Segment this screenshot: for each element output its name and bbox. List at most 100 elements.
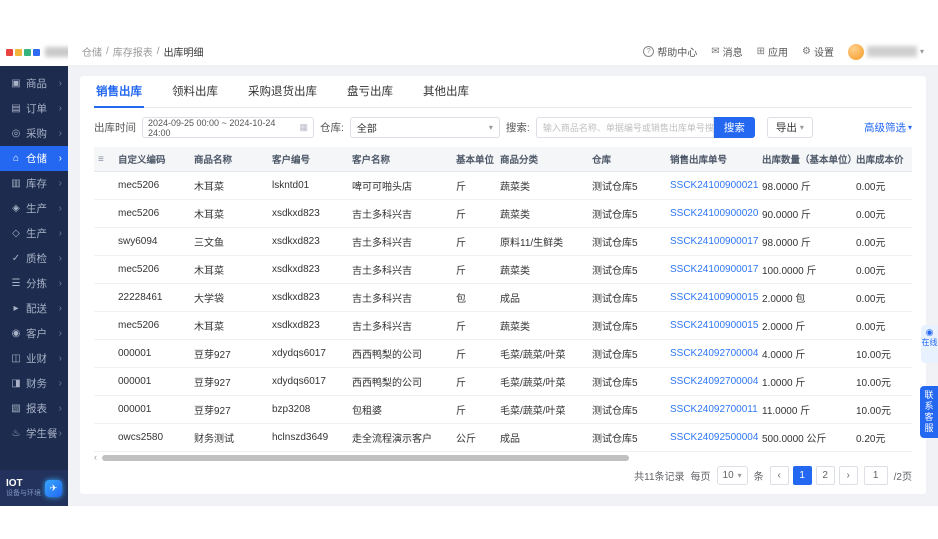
sidebar-item-production[interactable]: ◈ 生产 › bbox=[0, 196, 68, 221]
table-cell: swy6094 bbox=[114, 227, 190, 256]
tab-loss-outbound[interactable]: 盘亏出库 bbox=[345, 75, 395, 107]
table-cell: 斤 bbox=[452, 255, 496, 284]
iot-panel[interactable]: IOT 设备与环境 ✈ bbox=[0, 470, 68, 506]
sidebar-item-label: 库存 bbox=[26, 178, 47, 190]
outbound-order-link[interactable]: SSCK24092500004 bbox=[666, 423, 758, 452]
prev-page-button[interactable]: ‹ bbox=[769, 466, 789, 485]
sidebar-item-label: 客户 bbox=[26, 328, 47, 340]
table-cell: 公斤 bbox=[452, 423, 496, 452]
sidebar-item-inventory[interactable]: ▥ 库存 › bbox=[0, 171, 68, 196]
chevron-right-icon: › bbox=[58, 303, 62, 314]
table-cell: 测试仓库5 bbox=[588, 339, 666, 368]
sidebar-item-business-finance[interactable]: ◫ 业财 › bbox=[0, 346, 68, 371]
column-header: 自定义编码 bbox=[114, 147, 190, 172]
outbound-order-link[interactable]: SSCK24100900015 bbox=[666, 283, 758, 312]
table-row: 000001 豆芽927 xdydqs6017 西西鸭梨的公司斤毛菜/蔬菜/叶菜 测试仓… bbox=[94, 339, 912, 368]
column-header: 客户编号 bbox=[268, 147, 348, 172]
username-blurred bbox=[866, 46, 917, 57]
sidebar-item-label: 生产 bbox=[26, 203, 47, 215]
student-meal-icon: ♨ bbox=[11, 428, 21, 439]
sidebar-item-sorting[interactable]: ☰ 分拣 › bbox=[0, 271, 68, 296]
chevron-right-icon: › bbox=[58, 228, 62, 239]
outbound-order-link[interactable]: SSCK24092700004 bbox=[666, 367, 758, 396]
outbound-order-link[interactable]: SSCK24092700011 bbox=[666, 395, 758, 424]
breadcrumb-item-warehouse[interactable]: 仓储 bbox=[82, 44, 102, 59]
online-service-tab[interactable]: ◉ 在线 bbox=[921, 325, 938, 363]
tab-material-outbound[interactable]: 领料出库 bbox=[170, 75, 220, 107]
table-cell: xdydqs6017 bbox=[268, 339, 348, 368]
table-cell: mec5206 bbox=[114, 199, 190, 228]
sidebar-item-order[interactable]: ▤ 订单 › bbox=[0, 96, 68, 121]
table-cell: 测试仓库5 bbox=[588, 171, 666, 200]
apps-button[interactable]: ⊞ 应用 bbox=[757, 44, 788, 59]
sidebar-item-warehouse[interactable]: ⌂ 仓储 › bbox=[0, 146, 68, 171]
tab-sales-outbound[interactable]: 销售出库 bbox=[94, 75, 144, 108]
record-count: 共11条记录 bbox=[634, 472, 685, 483]
chevron-right-icon: › bbox=[58, 153, 62, 164]
production-icon: ◈ bbox=[12, 203, 20, 214]
sidebar-item-production-2[interactable]: ◇ 生产 › bbox=[0, 221, 68, 246]
table-row: 000001 豆芽927 bzp3208 包租婆斤毛菜/蔬菜/叶菜 测试仓库5 SSCK2… bbox=[94, 395, 912, 424]
scrollbar-track[interactable] bbox=[102, 454, 912, 461]
sidebar-item-purchase[interactable]: ◎ 采购 › bbox=[0, 121, 68, 146]
help-icon: ? bbox=[643, 46, 655, 57]
table-cell: 100.0000 斤 bbox=[758, 255, 852, 284]
sidebar-item-quality[interactable]: ✓ 质检 › bbox=[0, 246, 68, 271]
page-size-select[interactable]: 10 ▾ bbox=[716, 466, 748, 485]
column-settings-icon[interactable]: ≡ bbox=[94, 147, 114, 172]
horizontal-scrollbar[interactable]: ‹ bbox=[94, 453, 912, 462]
sidebar-item-delivery[interactable]: ▸ 配送 › bbox=[0, 296, 68, 321]
topbar: 仓储 / 库存报表 / 出库明细 ? 帮助中心 ✉ 消息 ⊞ 应用 ⚙ 设置 ▾ bbox=[68, 38, 938, 66]
table-cell: 测试仓库5 bbox=[588, 283, 666, 312]
table-cell: 财务测试 bbox=[190, 423, 268, 452]
sidebar-item-student-meal[interactable]: ♨ 学生餐 › bbox=[0, 421, 68, 446]
table-cell: 10.00元 bbox=[852, 395, 912, 424]
logo-square-yellow bbox=[15, 48, 22, 56]
search-button[interactable]: 搜索 bbox=[713, 117, 755, 138]
tab-purchase-return-outbound[interactable]: 采购退货出库 bbox=[246, 75, 319, 107]
table-header-row: ≡ 自定义编码 商品名称 客户编号 客户名称 基本单位 商品分类 仓库 销售出库单号 出库数量（基… bbox=[94, 147, 912, 172]
outbound-order-link[interactable]: SSCK24100900017 bbox=[666, 255, 758, 284]
search-input[interactable]: 输入商品名称、单据编号或销售出库单号搜索 bbox=[535, 117, 714, 138]
page-jump-input[interactable]: 1 bbox=[863, 466, 888, 485]
avatar bbox=[847, 43, 864, 60]
outbound-order-link[interactable]: SSCK24100900017 bbox=[666, 227, 758, 256]
messages-button[interactable]: ✉ 消息 bbox=[711, 44, 742, 59]
export-button[interactable]: 导出 ▾ bbox=[766, 117, 813, 138]
chevron-down-icon: ▾ bbox=[919, 47, 924, 56]
sidebar-item-report[interactable]: ▧ 报表 › bbox=[0, 396, 68, 421]
date-range-input[interactable]: 2024-09-25 00:00 ~ 2024-10-24 24:00 ▦ bbox=[142, 117, 314, 138]
table-cell: 蔬菜类 bbox=[496, 311, 588, 340]
business-finance-icon: ◫ bbox=[11, 353, 21, 364]
outbound-order-link[interactable]: SSCK24092700004 bbox=[666, 339, 758, 368]
breadcrumb-item-inventory-report[interactable]: 库存报表 bbox=[113, 44, 153, 59]
outbound-order-link[interactable]: SSCK24100900020 bbox=[666, 199, 758, 228]
contact-support-button[interactable]: 联系客服 bbox=[920, 386, 938, 438]
outbound-order-link[interactable]: SSCK24100900015 bbox=[666, 311, 758, 340]
table-cell: 98.0000 斤 bbox=[758, 227, 852, 256]
advanced-filter-link[interactable]: 高级筛选 ▾ bbox=[864, 120, 912, 135]
table-cell: 吉土多科兴吉 bbox=[348, 311, 452, 340]
tab-other-outbound[interactable]: 其他出库 bbox=[421, 75, 471, 107]
page-button-1[interactable]: 1 bbox=[792, 466, 812, 485]
table-cell: 22228461 bbox=[114, 283, 190, 312]
sidebar-item-product[interactable]: ▣ 商品 › bbox=[0, 71, 68, 96]
table-cell: 0.20元 bbox=[852, 423, 912, 452]
settings-button[interactable]: ⚙ 设置 bbox=[802, 44, 834, 59]
scrollbar-thumb[interactable] bbox=[102, 454, 629, 461]
calendar-icon: ▦ bbox=[299, 122, 308, 132]
scroll-left-icon[interactable]: ‹ bbox=[94, 453, 102, 462]
user-menu[interactable]: ▾ bbox=[847, 43, 924, 60]
sidebar-item-label: 配送 bbox=[26, 303, 47, 315]
warehouse-select[interactable]: 全部 ▾ bbox=[349, 117, 500, 138]
message-icon: ✉ bbox=[711, 46, 720, 57]
help-center-button[interactable]: ? 帮助中心 bbox=[643, 44, 697, 59]
page-button-2[interactable]: 2 bbox=[815, 466, 835, 485]
sidebar-item-customer[interactable]: ◉ 客户 › bbox=[0, 321, 68, 346]
outbound-order-link[interactable]: SSCK24100900021 bbox=[666, 171, 758, 200]
next-page-button[interactable]: › bbox=[838, 466, 858, 485]
chevron-down-icon: ▾ bbox=[907, 123, 912, 132]
sidebar-item-finance[interactable]: ◨ 财务 › bbox=[0, 371, 68, 396]
table-row: swy6094 三文鱼 xsdkxd823 吉土多科兴吉斤原料11/生鲜类 测试仓库5 S… bbox=[94, 227, 912, 256]
table-cell: lskntd01 bbox=[268, 171, 348, 200]
